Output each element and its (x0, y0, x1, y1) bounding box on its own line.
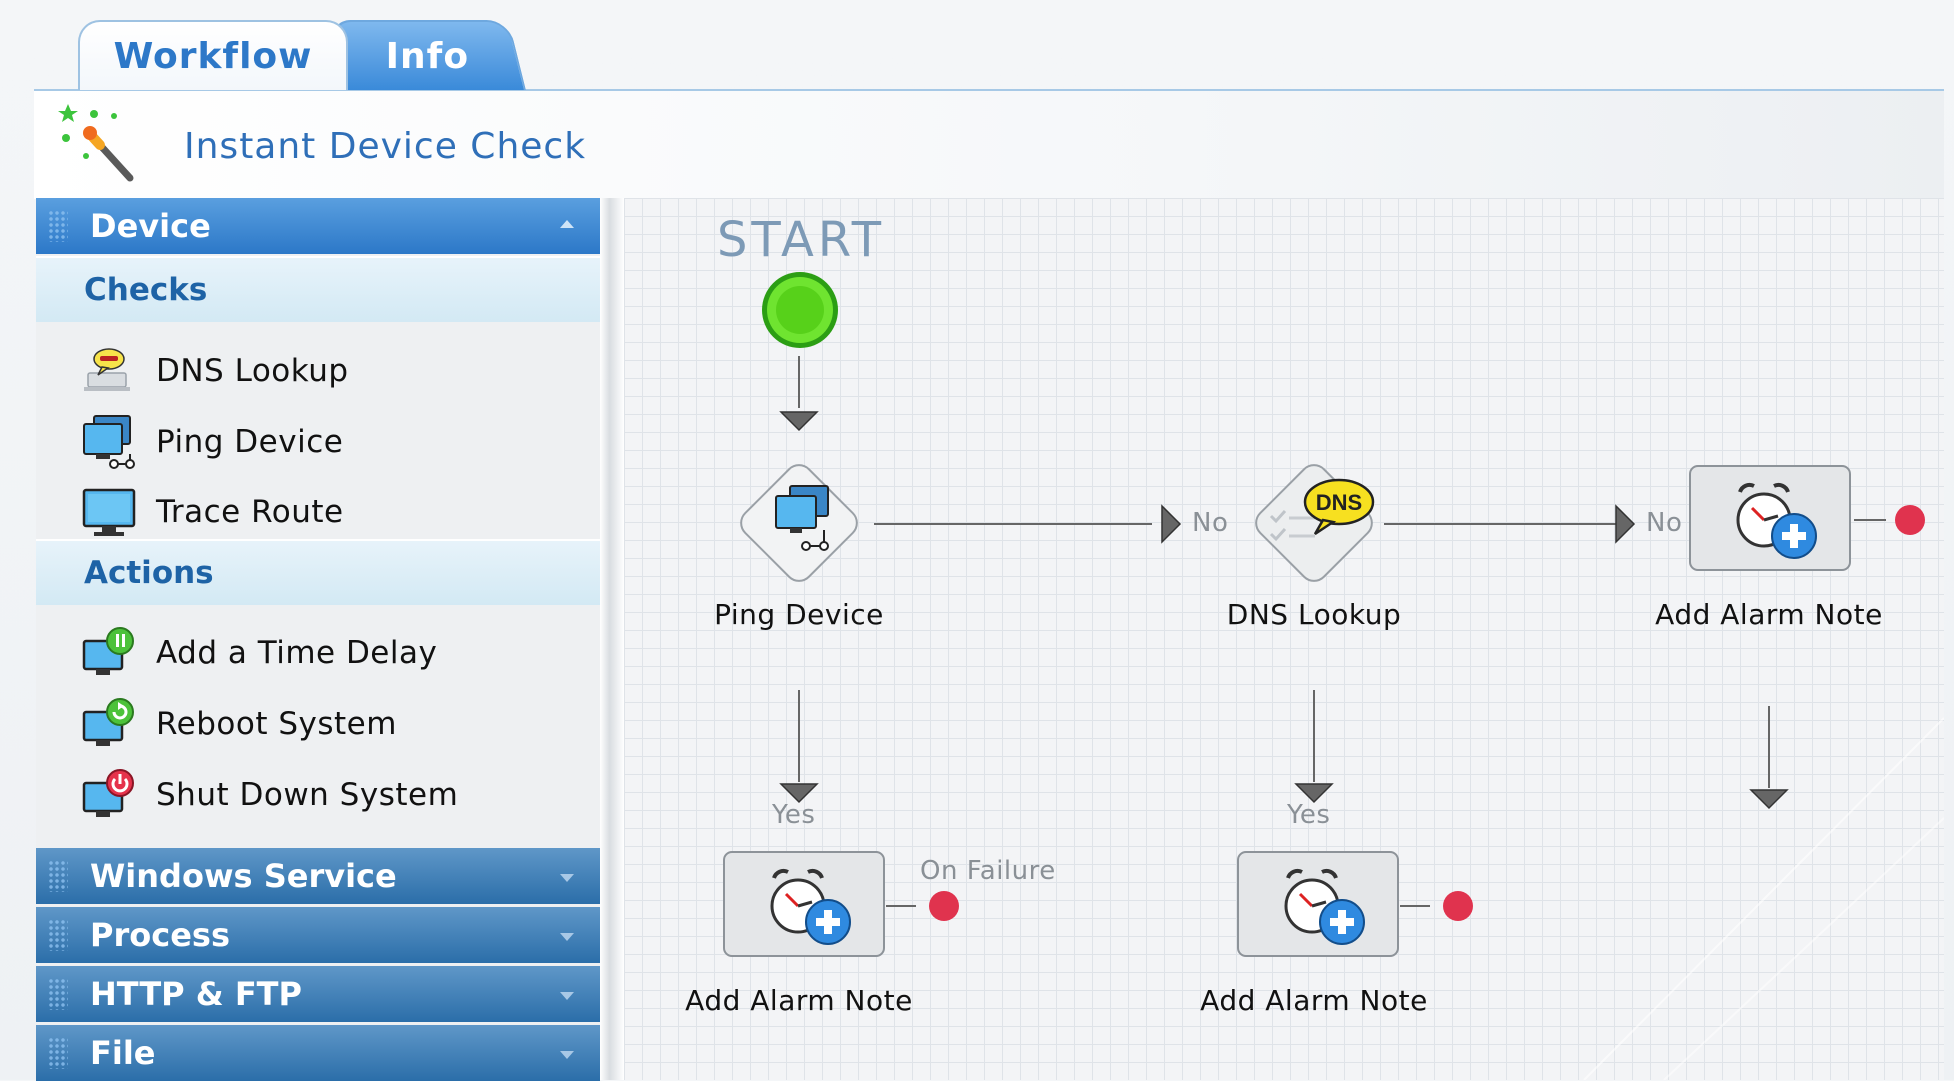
section-label: File (90, 1034, 156, 1072)
section-windows-service[interactable]: Windows Service (36, 848, 600, 904)
shutdown-icon (82, 769, 134, 817)
node-label-alarm-note-top: Add Alarm Note (1655, 598, 1883, 631)
section-label: Process (90, 916, 230, 954)
edge-label-yes: Yes (772, 800, 816, 830)
start-label: START (716, 212, 886, 268)
workflow-node-alarm-note-ping[interactable] (722, 850, 886, 960)
section-device-label: Device (90, 207, 211, 245)
node-label-alarm-note-ping: Add Alarm Note (685, 984, 913, 1017)
edge-label-no: No (1192, 508, 1229, 538)
node-label-alarm-note-dns: Add Alarm Note (1200, 984, 1428, 1017)
category-checks-label: Checks (84, 272, 208, 308)
arrow-down-icon (779, 411, 819, 432)
grip-handle (48, 860, 68, 892)
toolbox-item-label: DNS Lookup (156, 353, 349, 389)
tab-workflow-label: Workflow (113, 35, 313, 77)
toolbox-item-label: Ping Device (156, 424, 344, 460)
toolbox-item-label: Shut Down System (156, 777, 459, 813)
grip-handle (48, 210, 68, 242)
tab-info[interactable]: Info (328, 20, 526, 90)
section-label: Windows Service (90, 857, 397, 895)
page-title: Instant Device Check (184, 126, 587, 167)
chevron-up-icon (560, 220, 574, 228)
chevron-down-icon (560, 933, 574, 941)
toolbox-item-dns-lookup[interactable]: DNS Lookup (80, 341, 349, 401)
chevron-down-icon (560, 992, 574, 1000)
grip-handle (48, 1037, 68, 1069)
category-actions-label: Actions (84, 555, 214, 591)
section-device[interactable]: Device (36, 198, 600, 254)
workflow-canvas[interactable]: START Ping Device No DNS DNS Lookup No A… (624, 198, 1944, 1080)
start-node[interactable] (760, 270, 840, 350)
toolbox-item-time-delay[interactable]: Add a Time Delay (80, 623, 437, 683)
chevron-down-icon (560, 1051, 574, 1059)
grip-handle (48, 978, 68, 1010)
reboot-icon (82, 698, 134, 746)
failure-dot[interactable] (1895, 505, 1925, 535)
section-file[interactable]: File (36, 1025, 600, 1081)
edge-label-on-failure: On Failure (920, 856, 1056, 886)
node-label-ping-device: Ping Device (714, 598, 884, 631)
workflow-node-dns-lookup[interactable]: DNS (1237, 446, 1391, 600)
workflow-node-alarm-note-dns[interactable] (1236, 850, 1400, 960)
edge-label-yes: Yes (1287, 800, 1331, 830)
grip-handle (48, 919, 68, 951)
dns-badge: DNS (1316, 490, 1362, 515)
workflow-node-ping-device[interactable] (722, 446, 876, 600)
toolbox-item-reboot-system[interactable]: Reboot System (80, 694, 397, 754)
panel-splitter[interactable] (600, 198, 624, 1080)
toolbox-item-label: Trace Route (156, 494, 344, 530)
tab-workflow[interactable]: Workflow (78, 20, 348, 90)
time-delay-icon (82, 627, 134, 675)
edge-label-no: No (1646, 508, 1683, 538)
arrow-down-icon (1749, 789, 1789, 810)
toolbox-item-label: Add a Time Delay (156, 635, 438, 671)
arrow-right-icon (1615, 504, 1636, 544)
toolbox-item-label: Reboot System (156, 706, 397, 742)
ping-device-icon (83, 415, 135, 469)
failure-dot[interactable] (929, 891, 959, 921)
failure-dot[interactable] (1443, 891, 1473, 921)
section-process[interactable]: Process (36, 907, 600, 963)
magic-wand-icon (58, 104, 134, 182)
workflow-node-alarm-note-top[interactable] (1688, 464, 1852, 574)
toolbox-item-trace-route[interactable]: Trace Route (80, 482, 344, 542)
category-actions: Actions (36, 539, 600, 605)
node-label-dns-lookup: DNS Lookup (1226, 598, 1402, 631)
section-label: HTTP & FTP (90, 975, 302, 1013)
toolbox-item-shut-down-system[interactable]: Shut Down System (80, 765, 458, 825)
category-checks: Checks (36, 256, 600, 322)
arrow-right-icon (1161, 504, 1182, 544)
toolbox-item-ping-device[interactable]: Ping Device (80, 412, 343, 472)
tab-info-label: Info (385, 35, 470, 77)
chevron-down-icon (560, 874, 574, 882)
trace-route-icon (82, 488, 136, 536)
toolbox-panel: Device Checks DNS Lookup Ping Device Tra… (36, 198, 600, 1081)
dns-lookup-icon (84, 348, 130, 391)
section-http-ftp[interactable]: HTTP & FTP (36, 966, 600, 1022)
